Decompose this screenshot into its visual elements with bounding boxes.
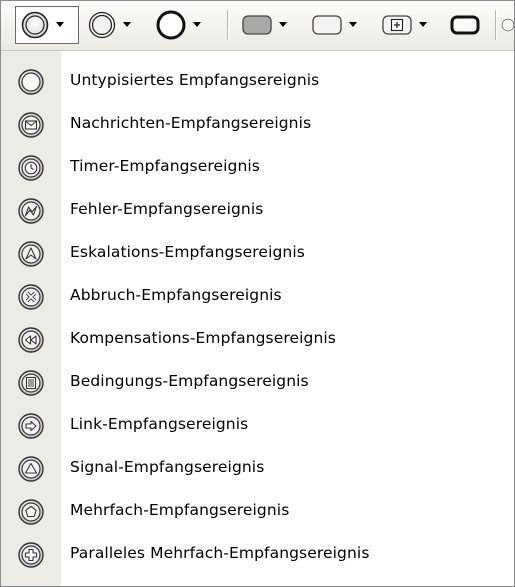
subprocess-icon (312, 15, 342, 35)
signal-catch-event-icon (18, 456, 44, 482)
chevron-down-icon (419, 22, 427, 27)
menu-item-label: Kompensations-Empfangsereignis (70, 329, 336, 347)
menu-item-compensation[interactable]: Kompensations-Empfangsereignis (1, 318, 514, 361)
menu-item-message[interactable]: Nachrichten-Empfangsereignis (1, 103, 514, 146)
menu-item-conditional[interactable]: Bedingungs-Empfangsereignis (1, 361, 514, 404)
menu-item-cancel[interactable]: Abbruch-Empfangsereignis (1, 275, 514, 318)
menu-item-escalation[interactable]: Eskalations-Empfangsereignis (1, 232, 514, 275)
call-activity-icon (450, 15, 480, 35)
chevron-down-icon (193, 22, 201, 27)
menu-item-label: Timer-Empfangsereignis (70, 157, 260, 175)
chevron-down-icon (279, 22, 287, 27)
menu-item-label: Eskalations-Empfangsereignis (70, 243, 305, 261)
timer-catch-event-icon (18, 155, 44, 181)
menu-item-parallel-multiple[interactable]: Paralleles Mehrfach-Empfangsereignis (1, 533, 514, 576)
message-catch-event-icon (18, 112, 44, 138)
toolbar-separator (495, 10, 496, 40)
toolbar-overflow-button[interactable] (501, 7, 514, 43)
menu-item-error[interactable]: Fehler-Empfangsereignis (1, 189, 514, 232)
error-catch-event-icon (18, 198, 44, 224)
multiple-catch-event-icon (18, 499, 44, 525)
end-event-icon (156, 10, 186, 40)
task-dropdown-button[interactable] (241, 7, 301, 43)
menu-item-label: Signal-Empfangsereignis (70, 458, 265, 476)
partial-toolbar-icon (501, 18, 514, 32)
link-catch-event-icon (18, 413, 44, 439)
menu-item-label: Link-Empfangsereignis (70, 415, 249, 433)
call-activity-button[interactable] (449, 7, 485, 43)
cancel-catch-event-icon (18, 284, 44, 310)
menu-item-multiple[interactable]: Mehrfach-Empfangsereignis (1, 490, 514, 533)
escalation-catch-event-icon (18, 241, 44, 267)
menu-item-label: Mehrfach-Empfangsereignis (70, 501, 290, 519)
untyped-catch-event-icon (18, 69, 44, 95)
chevron-down-icon (349, 22, 357, 27)
menu-item-label: Bedingungs-Empfangsereignis (70, 372, 309, 390)
intermediate-event-icon (88, 11, 116, 39)
chevron-down-icon (123, 22, 131, 27)
intermediate-event-dropdown-button[interactable] (87, 7, 145, 43)
menu-item-label: Nachrichten-Empfangsereignis (70, 114, 312, 132)
menu-item-timer[interactable]: Timer-Empfangsereignis (1, 146, 514, 189)
end-event-dropdown-button[interactable] (155, 7, 213, 43)
parallel-multiple-catch-event-icon (18, 542, 44, 568)
collapsed-subprocess-dropdown-button[interactable] (381, 7, 441, 43)
subprocess-dropdown-button[interactable] (311, 7, 371, 43)
menu-item-label: Abbruch-Empfangsereignis (70, 286, 282, 304)
catch-event-menu: Untypisiertes Empfangsereignis Nachricht… (1, 51, 514, 586)
conditional-catch-event-icon (18, 370, 44, 396)
menu-item-link[interactable]: Link-Empfangsereignis (1, 404, 514, 447)
task-icon (242, 15, 272, 35)
menu-item-label: Fehler-Empfangsereignis (70, 200, 264, 218)
event-dropdown-window: Untypisiertes Empfangsereignis Nachricht… (0, 0, 515, 587)
toolbar-separator (227, 10, 228, 40)
compensation-catch-event-icon (18, 327, 44, 353)
bpmn-toolbar (1, 1, 514, 51)
menu-item-label: Untypisiertes Empfangsereignis (70, 71, 320, 89)
chevron-down-icon (56, 22, 64, 27)
menu-item-label: Paralleles Mehrfach-Empfangsereignis (70, 544, 370, 562)
start-event-dropdown-button[interactable] (15, 6, 79, 44)
menu-item-untyped[interactable]: Untypisiertes Empfangsereignis (1, 60, 514, 103)
menu-item-signal[interactable]: Signal-Empfangsereignis (1, 447, 514, 490)
start-event-untyped-icon (21, 11, 49, 39)
collapsed-subprocess-icon (382, 15, 412, 35)
